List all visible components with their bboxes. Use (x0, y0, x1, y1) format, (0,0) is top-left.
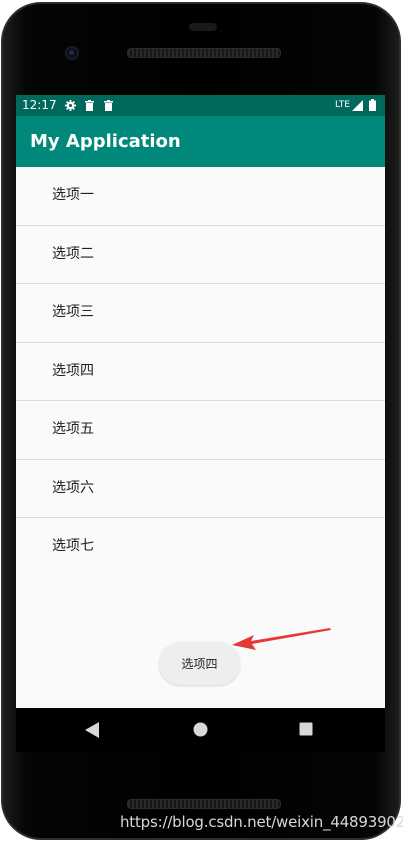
battery-icon (369, 99, 376, 111)
bottom-speaker-grille (127, 799, 281, 809)
gear-icon (65, 100, 76, 111)
back-icon[interactable] (85, 722, 99, 738)
status-time: 12:17 (22, 98, 57, 112)
list-item-label: 选项一 (52, 187, 94, 203)
recents-icon[interactable] (299, 722, 313, 736)
list-item[interactable]: 选项六 (16, 460, 385, 518)
app-screen: 12:17 LTE My Application 选项一 选项二 选项三 选项四… (16, 95, 385, 708)
trash-icon (85, 100, 94, 111)
app-title: My Application (30, 131, 181, 152)
list-item-label: 选项六 (52, 479, 94, 496)
top-speaker-grille (127, 48, 281, 58)
navigation-bar (16, 708, 385, 752)
list-item[interactable]: 选项五 (16, 401, 385, 460)
list-item[interactable]: 选项三 (16, 284, 385, 343)
watermark-text: https://blog.csdn.net/weixin_44893902 (120, 813, 403, 831)
list-item-label: 选项二 (52, 245, 94, 262)
list-item[interactable]: 选项二 (16, 226, 385, 284)
earpiece (189, 23, 217, 31)
list-item[interactable]: 选项七 (16, 518, 385, 576)
options-list: 选项一 选项二 选项三 选项四 选项五 选项六 选项七 (16, 167, 385, 576)
trash-icon (104, 100, 113, 111)
list-item-label: 选项七 (52, 538, 94, 554)
signal-icon (352, 100, 363, 111)
list-item[interactable]: 选项四 (16, 343, 385, 401)
list-item[interactable]: 选项一 (16, 167, 385, 226)
annotation-arrow (232, 628, 331, 650)
network-type: LTE (335, 100, 350, 110)
list-item-label: 选项三 (52, 304, 94, 320)
app-toolbar: My Application (16, 116, 385, 167)
front-camera (65, 46, 79, 60)
list-item-label: 选项五 (52, 421, 94, 437)
status-bar: 12:17 LTE (16, 95, 385, 116)
home-icon[interactable] (193, 722, 208, 737)
list-item-label: 选项四 (52, 362, 94, 379)
toast-message: 选项四 (159, 642, 240, 685)
